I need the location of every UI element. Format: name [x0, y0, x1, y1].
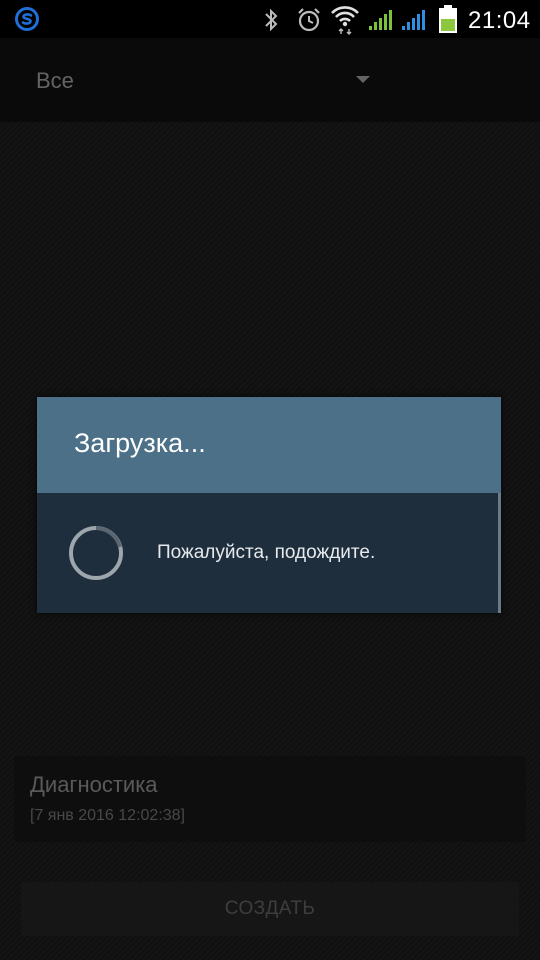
wifi-icon: [331, 6, 359, 35]
signal-icon-2: [402, 10, 425, 30]
battery-icon: [439, 5, 457, 33]
dialog-header: Загрузка...: [37, 397, 501, 493]
signal-icon: [369, 10, 392, 30]
bluetooth-icon: [265, 8, 278, 32]
alarm-icon: [298, 8, 320, 32]
dialog-title: Загрузка...: [74, 428, 206, 458]
spinner-icon: [69, 526, 123, 580]
app-s-icon: [15, 7, 39, 31]
dialog-scrollbar: [498, 493, 501, 613]
status-bar: 21:04: [0, 0, 540, 38]
dialog-message: Пожалуйста, подождите.: [157, 542, 376, 563]
loading-dialog: Загрузка... Пожалуйста, подождите.: [37, 397, 501, 613]
status-time: 21:04: [468, 7, 531, 34]
